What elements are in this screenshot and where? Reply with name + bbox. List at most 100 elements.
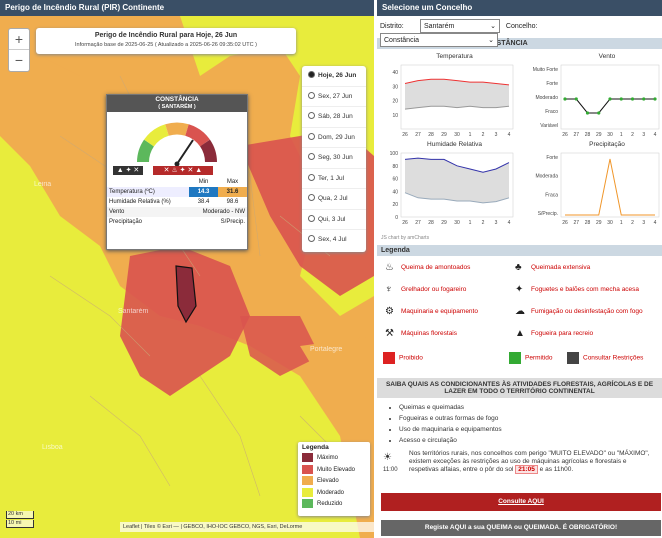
y-tick-label: Muito Forte xyxy=(533,67,559,73)
day-option[interactable]: Qui, 3 Jul xyxy=(302,210,366,230)
day-option[interactable]: Sex, 4 Jul xyxy=(302,230,366,251)
status-label: Consultar Restrições xyxy=(583,354,644,362)
legend-item: ♆ Grelhador ou fogareiro xyxy=(385,284,467,295)
map-header: Perigo de Incêndio Rural (PIR) Continent… xyxy=(0,0,374,16)
x-tick-label: 28 xyxy=(428,132,434,138)
x-tick-label: 30 xyxy=(607,132,613,138)
scale-km: 20 km xyxy=(6,511,34,519)
chevron-down-icon: ⌄ xyxy=(488,37,494,44)
place-label-leiria: Leiria xyxy=(34,181,52,188)
x-tick-label: 29 xyxy=(596,132,602,138)
panel-header: Selecione um Concelho xyxy=(377,0,662,16)
day-option[interactable]: Ter, 1 Jul xyxy=(302,169,366,189)
day-selector: Hoje, 26 Jun Sex, 27 Jun Sáb, 28 Jun Dom… xyxy=(302,66,366,252)
restriction-icons: ▲ ✦ ✕ ✕ ♨ ✦ ✕ ▲ xyxy=(113,166,247,175)
y-tick-label: Fraca xyxy=(545,192,558,198)
day-option[interactable]: Qua, 2 Jul xyxy=(302,189,366,210)
day-label: Qui, 3 Jul xyxy=(318,215,346,223)
map-title-box: Perigo de Incêndio Rural para Hoje, 26 J… xyxy=(36,28,296,54)
y-tick-label: 20 xyxy=(392,202,398,208)
sun-icon: ☀ xyxy=(383,452,392,463)
distrito-select[interactable]: Santarém ⌄ xyxy=(419,19,500,33)
chart-credit[interactable]: JS chart by amCharts xyxy=(381,235,429,241)
x-tick-label: 28 xyxy=(428,220,434,226)
x-tick-label: 1 xyxy=(469,132,472,138)
y-tick-label: 0 xyxy=(395,215,398,221)
day-option[interactable]: Hoje, 26 Jun xyxy=(302,66,366,87)
map-panel: Perigo de Incêndio Rural (PIR) Continent… xyxy=(0,0,374,538)
concelho-value: Constância xyxy=(384,37,420,44)
legend-swatch xyxy=(302,487,313,497)
x-tick-label: 1 xyxy=(620,220,623,226)
legend-row: Muito Elevado xyxy=(298,464,370,477)
rocket-icon: ✦ xyxy=(515,284,524,295)
day-label: Qua, 2 Jul xyxy=(318,195,348,202)
radio-icon xyxy=(308,235,315,242)
status-consultar: Consultar Restrições xyxy=(567,352,643,364)
x-tick-label: 2 xyxy=(631,132,634,138)
list-item: Uso de maquinaria e equipamentos xyxy=(399,424,662,435)
wind-point xyxy=(630,97,635,101)
zoom-out-button[interactable]: − xyxy=(9,50,29,71)
y-tick-label: Variável xyxy=(540,123,558,129)
day-option[interactable]: Sex, 27 Jun xyxy=(302,87,366,107)
x-tick-label: 28 xyxy=(585,220,591,226)
concelho-label: Concelho: xyxy=(505,22,538,30)
wind-point xyxy=(642,97,646,101)
precip-line xyxy=(565,158,655,216)
x-tick-label: 4 xyxy=(508,132,511,138)
day-option[interactable]: Seg, 30 Jun xyxy=(302,148,366,169)
x-tick-label: 30 xyxy=(454,132,460,138)
x-tick-label: 29 xyxy=(596,220,602,226)
legend-label: Moderado xyxy=(317,489,345,496)
day-option[interactable]: Sáb, 28 Jun xyxy=(302,107,366,128)
x-tick-label: 2 xyxy=(482,132,485,138)
status-swatch xyxy=(383,352,395,364)
wind-point xyxy=(653,97,657,101)
precip-label: Precipitação xyxy=(109,219,143,225)
list-item: Acesso e circulação xyxy=(399,435,662,446)
status-permitido: Permitido xyxy=(509,352,552,364)
info-banner: SAIBA QUAIS AS CONDICIONANTES ÀS ATIVIDA… xyxy=(377,378,662,398)
campfire-icon: ▲ xyxy=(515,328,525,339)
wind-label: Vento xyxy=(109,209,125,215)
extensive-fire-icon: ♣ xyxy=(515,262,522,273)
place-label-lisboa: Lisboa xyxy=(42,444,63,451)
sun-time: 11:00 xyxy=(383,467,398,473)
precip-value: S/Precip. xyxy=(220,219,245,225)
legend-item-label: Grelhador ou fogareiro xyxy=(401,286,467,293)
chart-frame xyxy=(560,152,660,218)
x-tick-label: 27 xyxy=(415,220,421,226)
day-label: Sex, 27 Jun xyxy=(318,92,353,100)
zoom-in-button[interactable]: + xyxy=(9,29,29,50)
radio-icon xyxy=(308,214,315,222)
y-tick-label: Moderado xyxy=(535,95,558,101)
forest-machine-icon: ⚒ xyxy=(385,328,394,339)
x-tick-label: 2 xyxy=(631,220,634,226)
wind-value: Moderado - NW xyxy=(202,209,245,215)
radio-icon xyxy=(308,194,315,201)
humidity-min: 38.4 xyxy=(197,199,210,205)
risk-gauge xyxy=(137,122,217,167)
legend-item-label: Máquinas florestais xyxy=(401,330,457,337)
wind-point xyxy=(608,97,612,101)
x-tick-label: 27 xyxy=(573,220,579,226)
hum-range-area xyxy=(405,158,509,203)
temp-label: Temperatura (ºC) xyxy=(109,189,155,195)
register-button[interactable]: Registe AQUI a sua QUEIMA ou QUEIMADA. É… xyxy=(381,520,661,536)
y-tick-label: 60 xyxy=(392,177,398,183)
radio-icon xyxy=(308,132,315,140)
concelho-select[interactable]: Constância ⌄ xyxy=(380,33,498,47)
chevron-down-icon: ⌄ xyxy=(490,23,496,30)
map-subtitle: Informação base de 2025-06-25 ( Atualiza… xyxy=(75,42,257,48)
map-attribution[interactable]: Leaflet | Tiles © Esri — | GEBCO, IHO-IO… xyxy=(120,522,374,532)
day-option[interactable]: Dom, 29 Jun xyxy=(302,128,366,148)
wind-line xyxy=(565,98,655,114)
chart-frame xyxy=(560,64,660,130)
x-tick-label: 30 xyxy=(454,220,460,226)
distrito-label: Distrito: xyxy=(380,22,404,30)
legend-item-label: Maquinaria e equipamento xyxy=(401,308,478,315)
y-tick-label: Forte xyxy=(546,155,558,161)
note-text-end: e as 11h00. xyxy=(539,466,574,473)
consult-button[interactable]: Consulte AQUI xyxy=(381,493,661,511)
